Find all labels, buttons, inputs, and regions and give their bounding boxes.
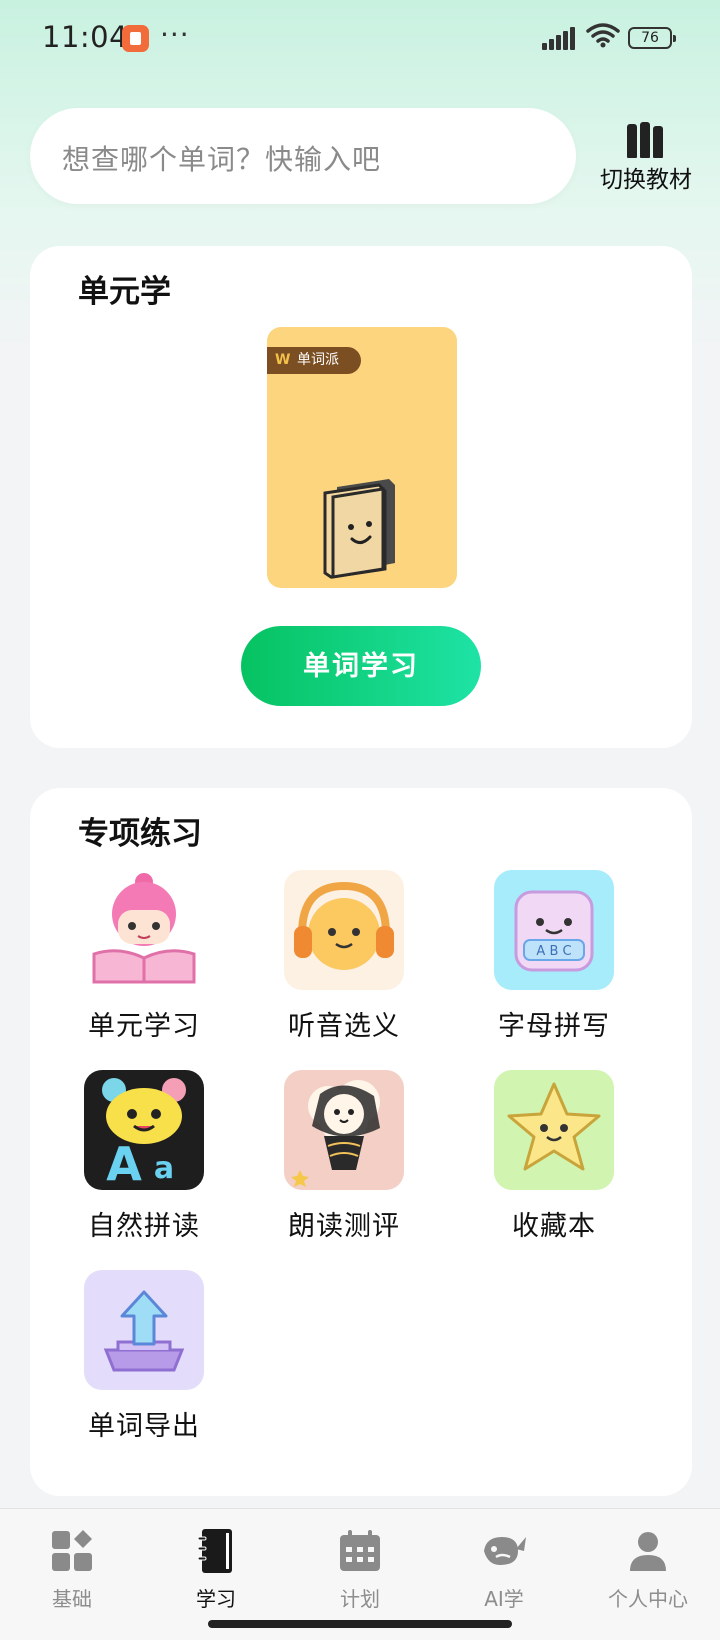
brand-badge: W 单词派 — [267, 347, 361, 374]
search-placeholder: 想查哪个单词？快输入吧 — [62, 143, 382, 176]
wifi-icon — [586, 23, 620, 48]
practice-item-label: 单词导出 — [88, 1411, 200, 1442]
cell-signal-icon — [542, 26, 578, 50]
phonics-aa-icon: A a — [84, 1070, 204, 1190]
export-arrow-icon — [84, 1270, 204, 1390]
status-bar: 11:04 ··· 76 — [0, 0, 720, 80]
status-time: 11:04 — [42, 20, 129, 54]
headphones-icon — [284, 870, 404, 990]
practice-item-label: 单元学习 — [88, 1011, 200, 1042]
search-input[interactable]: 想查哪个单词？快输入吧 — [30, 108, 576, 204]
home-indicator[interactable] — [208, 1620, 512, 1628]
practice-card-title: 专项练习 — [78, 816, 202, 852]
tab-label: 个人中心 — [608, 1587, 688, 1611]
brand-logo-icon: W — [275, 352, 291, 368]
tab-basics[interactable]: 基础 — [0, 1517, 144, 1612]
svg-text:a: a — [154, 1151, 174, 1186]
practice-item-label: 收藏本 — [512, 1211, 596, 1242]
special-practice-card: 专项练习 单元学习 听音选义 A B C 字母拼写 A a 自然拼读 朗读测评 … — [30, 788, 692, 1496]
practice-item-label: 朗读测评 — [288, 1211, 400, 1242]
tab-profile[interactable]: 个人中心 — [576, 1517, 720, 1612]
practice-item-favorites[interactable]: 收藏本 — [464, 1070, 644, 1243]
practice-item-label: 字母拼写 — [498, 1011, 610, 1042]
practice-item-reading-assessment[interactable]: 朗读测评 — [254, 1070, 434, 1243]
tab-label: AI学 — [484, 1587, 524, 1611]
tab-study[interactable]: 学习 — [144, 1517, 288, 1612]
calendar-icon — [340, 1530, 380, 1571]
practice-item-letter-spelling[interactable]: A B C 字母拼写 — [464, 870, 644, 1043]
practice-item-listen-choose[interactable]: 听音选义 — [254, 870, 434, 1043]
svg-text:A: A — [106, 1137, 142, 1190]
more-notifications-icon: ··· — [160, 18, 190, 51]
person-icon — [630, 1532, 666, 1571]
tab-label: 基础 — [52, 1587, 92, 1611]
unit-card-title: 单元学 — [78, 274, 171, 310]
app-notification-icon — [122, 25, 149, 52]
switch-textbook-button[interactable]: 切换教材 — [590, 120, 702, 200]
practice-item-unit-study[interactable]: 单元学习 — [54, 870, 234, 1043]
practice-item-word-export[interactable]: 单词导出 — [54, 1270, 234, 1443]
whale-icon — [484, 1537, 526, 1565]
abc-block-icon: A B C — [494, 870, 614, 990]
switch-textbook-label: 切换教材 — [600, 167, 692, 193]
practice-item-phonics[interactable]: A a 自然拼读 — [54, 1070, 234, 1243]
brand-name: 单词派 — [297, 352, 339, 368]
practice-item-label: 自然拼读 — [88, 1211, 200, 1242]
svg-text:A B C: A B C — [536, 944, 571, 959]
notebook-icon — [197, 1529, 232, 1573]
tab-label: 学习 — [196, 1587, 236, 1611]
star-icon — [494, 1070, 614, 1190]
reading-girl-icon — [84, 870, 204, 990]
tab-plan[interactable]: 计划 — [288, 1517, 432, 1612]
unit-study-card: 单元学 W 单词派 单词学习 — [30, 246, 692, 748]
practice-item-label: 听音选义 — [288, 1011, 400, 1042]
textbook-cover[interactable]: W 单词派 — [267, 327, 457, 588]
smiling-book-icon — [323, 479, 395, 579]
grid-icon — [52, 1530, 92, 1571]
battery-icon: 76 — [628, 27, 676, 49]
microphone-icon — [284, 1070, 404, 1190]
word-learn-button[interactable]: 单词学习 — [241, 626, 481, 706]
tab-label: 计划 — [340, 1587, 380, 1611]
books-icon — [627, 122, 665, 158]
tab-ai-learn[interactable]: AI学 — [432, 1517, 576, 1612]
